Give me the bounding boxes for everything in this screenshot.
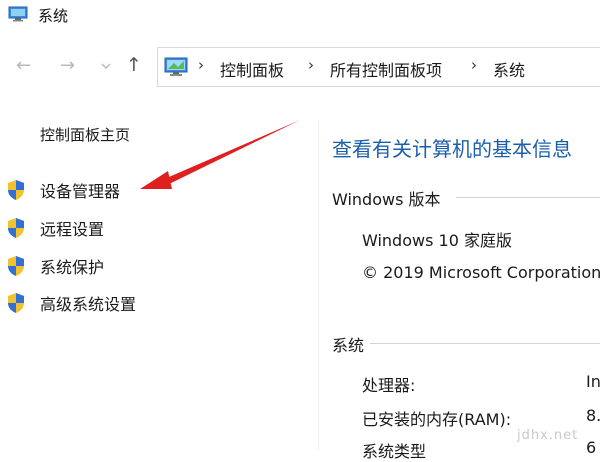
- section-divider: [370, 343, 600, 344]
- system-monitor-icon: [8, 6, 28, 22]
- address-bar[interactable]: › 控制面板 › 所有控制面板项 › 系统: [157, 47, 600, 87]
- breadcrumb-system[interactable]: 系统: [493, 57, 525, 81]
- shield-icon: [8, 218, 24, 238]
- system-type-value: 6: [586, 438, 597, 457]
- edition-name: Windows 10 家庭版: [362, 231, 512, 250]
- sidebar-item-label: 远程设置: [40, 220, 105, 239]
- breadcrumb-control-panel[interactable]: 控制面板: [220, 57, 284, 81]
- ram-value: 8.: [586, 406, 600, 425]
- breadcrumb-separator: ›: [471, 56, 477, 74]
- window-title: 系统: [38, 7, 69, 25]
- watermark: jdhx.net: [517, 428, 579, 443]
- breadcrumb-separator: ›: [198, 56, 204, 74]
- control-panel-icon: [164, 57, 188, 76]
- section-header-edition: Windows 版本: [332, 190, 441, 209]
- processor-label: 处理器:: [362, 376, 416, 395]
- processor-value: In: [586, 372, 600, 391]
- control-panel-home-link[interactable]: 控制面板主页: [40, 124, 130, 145]
- sidebar-item-remote-settings[interactable]: 远程设置: [6, 215, 176, 239]
- system-type-label: 系统类型: [362, 442, 427, 461]
- back-arrow-icon[interactable]: ←: [16, 56, 31, 76]
- sidebar-item-system-protection[interactable]: 系统保护: [6, 253, 176, 277]
- ram-label: 已安装的内存(RAM):: [362, 410, 512, 429]
- breadcrumb-all-items[interactable]: 所有控制面板项: [330, 57, 442, 81]
- copyright-text: © 2019 Microsoft Corporation: [362, 263, 600, 282]
- breadcrumb-separator: ›: [308, 56, 314, 74]
- shield-icon: [8, 256, 24, 276]
- sidebar-item-label: 设备管理器: [40, 182, 121, 201]
- chevron-down-icon[interactable]: [101, 62, 111, 70]
- sidebar-item-device-manager[interactable]: 设备管理器: [6, 177, 176, 201]
- up-arrow-icon[interactable]: ↑: [126, 55, 142, 75]
- sidebar-item-advanced-settings[interactable]: 高级系统设置: [6, 290, 176, 314]
- sidebar-item-label: 高级系统设置: [40, 295, 137, 314]
- pane-divider: [318, 120, 319, 450]
- section-divider: [456, 197, 600, 198]
- forward-arrow-icon[interactable]: →: [60, 56, 75, 76]
- section-header-system: 系统: [332, 336, 365, 355]
- sidebar-item-label: 系统保护: [40, 258, 105, 277]
- shield-icon: [8, 293, 24, 313]
- shield-icon: [8, 180, 24, 200]
- page-heading: 查看有关计算机的基本信息: [332, 137, 572, 161]
